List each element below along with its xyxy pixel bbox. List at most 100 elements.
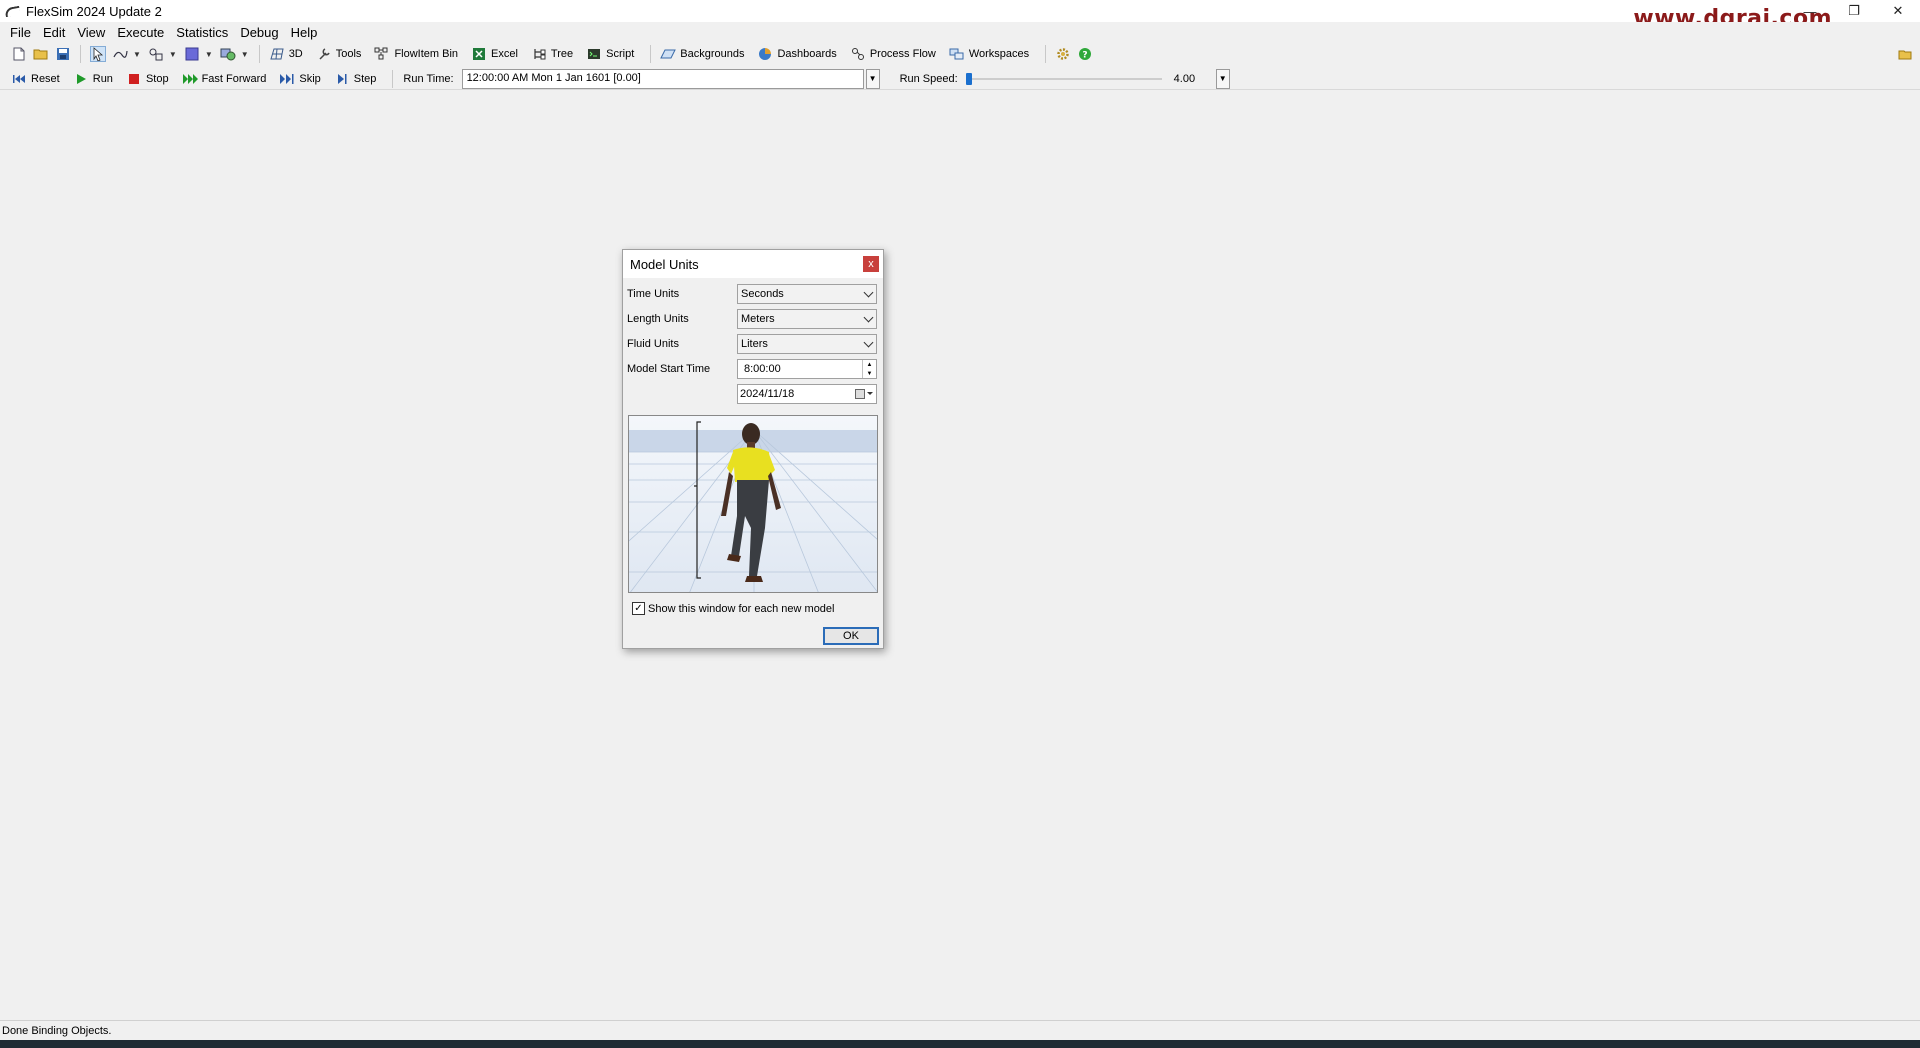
close-window-button[interactable]: ✕ [1876,0,1920,22]
run-time-label: Run Time: [403,72,454,85]
menu-file[interactable]: File [4,25,37,40]
spin-down-icon[interactable]: ▼ [863,369,876,378]
dashboards-icon [757,46,773,62]
run-time-field[interactable]: 12:00:00 AM Mon 1 Jan 1601 [0.00] [461,68,864,89]
new-file-icon[interactable] [11,46,27,62]
start-date-value: 2024/11/18 [740,388,795,400]
flexsim-logo-icon [4,4,20,18]
process-flow-icon [850,46,866,62]
restore-button[interactable]: ❐ [1832,0,1876,22]
help-icon[interactable]: ? [1077,46,1093,62]
fill-color-icon[interactable] [184,46,200,62]
connect-objects-icon[interactable] [112,46,128,62]
main-toolbar: ▼ ▼ ▼ ▼ 3D Tools FlowItem Bin Excel Tree… [0,43,1920,65]
menu-view[interactable]: View [71,25,111,40]
start-date-picker[interactable]: 2024/11/18 [737,384,877,404]
run-speed-dropdown-icon[interactable]: ▼ [1215,68,1230,89]
connect-dropdown-icon[interactable]: ▼ [133,50,141,59]
script-label: Script [606,48,635,60]
workspaces-button[interactable]: Workspaces [946,46,1029,62]
panel-toggle-icon[interactable] [1897,46,1913,62]
length-units-label: Length Units [627,313,689,325]
taskbar [0,1040,1920,1048]
fluid-units-select[interactable]: Liters [737,334,877,354]
backgrounds-button[interactable]: Backgrounds [657,46,744,62]
object-library-icon[interactable] [148,46,164,62]
menu-statistics[interactable]: Statistics [170,25,234,40]
show-window-label: Show this window for each new model [648,602,835,615]
title-bar: FlexSim 2024 Update 2 www.dgrai.com — ❐ … [0,0,1920,31]
tree-icon [531,46,547,62]
library-dropdown-icon[interactable]: ▼ [169,50,177,59]
flowitem-bin-label: FlowItem Bin [394,48,459,60]
toolbar-separator [650,45,652,63]
start-time-value: 8:00:00 [744,363,781,375]
reset-icon [11,71,27,87]
length-units-value: Meters [741,313,775,325]
dashboards-button[interactable]: Dashboards [754,46,837,62]
show-window-row[interactable]: ✓ Show this window for each new model [632,602,834,615]
start-time-input[interactable]: 8:00:00 ▲ ▼ [737,359,877,379]
step-button[interactable]: Step [331,71,376,87]
excel-button[interactable]: Excel [468,46,518,62]
minimize-button[interactable]: — [1788,0,1832,22]
view-3d-button[interactable]: 3D [266,46,303,62]
skip-label: Skip [299,72,321,85]
save-icon[interactable] [55,46,71,62]
dashboards-label: Dashboards [777,48,837,60]
run-speed-label: Run Speed: [899,72,958,85]
menu-debug[interactable]: Debug [234,25,284,40]
length-units-select[interactable]: Meters [737,309,877,329]
menu-edit[interactable]: Edit [37,25,71,40]
dialog-title: Model Units [630,256,699,272]
toolbar-separator [392,69,394,88]
tools-icon [316,46,332,62]
reset-button[interactable]: Reset [8,71,60,87]
run-label: Run [92,72,113,85]
toolbar-separator [80,45,81,63]
start-time-row: Model Start Time 8:00:00 ▲ ▼ [627,359,879,379]
tree-button[interactable]: Tree [528,46,573,62]
time-units-row: Time Units Seconds [627,284,879,304]
script-button[interactable]: Script [583,46,634,62]
fast-forward-icon [182,71,198,87]
group-objects-icon[interactable] [220,46,236,62]
time-units-select[interactable]: Seconds [737,284,877,304]
dialog-close-button[interactable]: x [863,256,879,272]
time-units-value: Seconds [741,288,784,300]
color-dropdown-icon[interactable]: ▼ [205,50,213,59]
run-speed-slider[interactable] [965,72,1162,86]
run-time-dropdown-icon[interactable]: ▼ [865,68,880,89]
backgrounds-label: Backgrounds [680,48,745,60]
show-window-checkbox[interactable]: ✓ [632,602,645,615]
run-button[interactable]: Run [70,71,113,87]
skip-button[interactable]: Skip [276,71,321,87]
tools-button[interactable]: Tools [313,46,361,62]
ok-button[interactable]: OK [823,627,879,645]
stop-icon [126,71,142,87]
run-speed-value: 4.00 [1173,72,1196,85]
menu-help[interactable]: Help [285,25,324,40]
excel-label: Excel [491,48,518,60]
status-text: Done Binding Objects. [2,1024,112,1037]
open-folder-icon[interactable] [33,46,49,62]
backgrounds-icon [660,46,677,62]
group-dropdown-icon[interactable]: ▼ [241,50,249,59]
spin-up-icon[interactable]: ▲ [863,360,876,369]
settings-gear-icon[interactable] [1055,46,1071,62]
menu-bar: File Edit View Execute Statistics Debug … [0,22,1920,42]
preview-scene [629,416,877,592]
fluid-units-row: Fluid Units Liters [627,334,879,354]
model-units-dialog: Model Units x Time Units Seconds Length … [622,249,884,649]
process-flow-button[interactable]: Process Flow [847,46,936,62]
calendar-icon[interactable] [855,389,873,399]
flowitem-bin-button[interactable]: FlowItem Bin [371,46,458,62]
chevron-down-icon [863,287,874,297]
start-date-row: 2024/11/18 [627,384,879,404]
fast-forward-button[interactable]: Fast Forward [179,71,266,87]
fluid-units-value: Liters [741,338,768,350]
select-mode-icon[interactable] [90,46,106,62]
menu-execute[interactable]: Execute [111,25,170,40]
stop-button[interactable]: Stop [123,71,169,87]
slider-thumb[interactable] [965,72,972,85]
